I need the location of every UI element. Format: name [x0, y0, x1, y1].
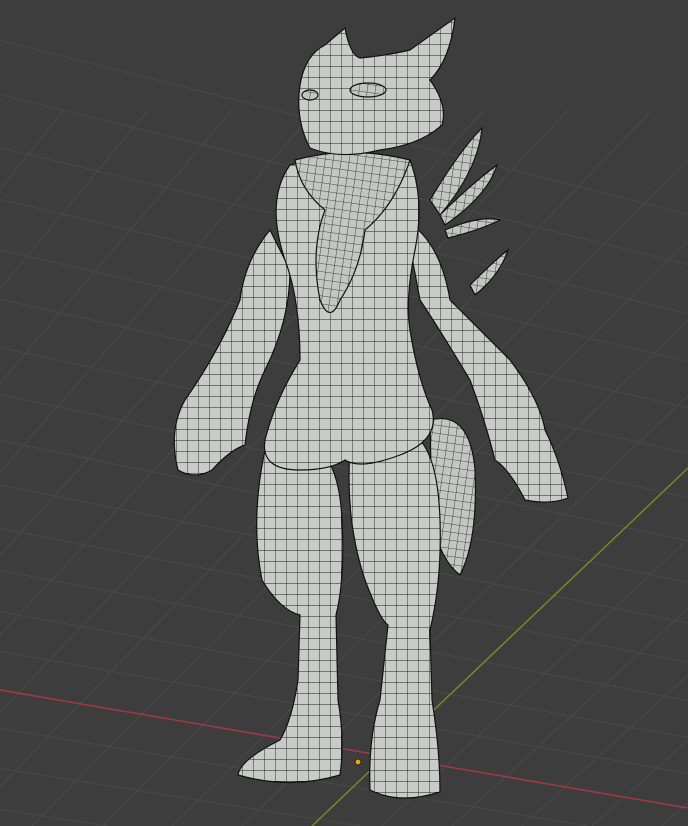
mesh-eye [301, 89, 319, 101]
x-axis-line [0, 689, 688, 809]
grid-line [0, 808, 108, 826]
grid-line [0, 109, 149, 290]
grid-line [451, 607, 688, 826]
grid-line [0, 467, 233, 713]
3d-viewport[interactable] [0, 0, 688, 826]
grid-line [535, 319, 688, 469]
mesh-left-leg [237, 449, 344, 784]
world-origin-marker [354, 758, 362, 766]
mesh-spike [469, 248, 510, 296]
grid-line [611, 395, 688, 469]
grid-line [0, 484, 688, 624]
grid-line [0, 527, 688, 663]
grid-line [0, 650, 688, 774]
mesh-eye [349, 82, 387, 98]
grid-line [0, 439, 688, 583]
mesh-right-leg [348, 439, 441, 799]
grid-line [0, 467, 157, 636]
character-mesh[interactable] [173, 16, 569, 799]
grid-line [0, 467, 5, 473]
grid-line [0, 611, 688, 739]
viewport-canvas[interactable] [0, 0, 688, 826]
grid-line [591, 739, 688, 826]
mesh-spike [444, 218, 502, 239]
grid-line [0, 467, 81, 556]
